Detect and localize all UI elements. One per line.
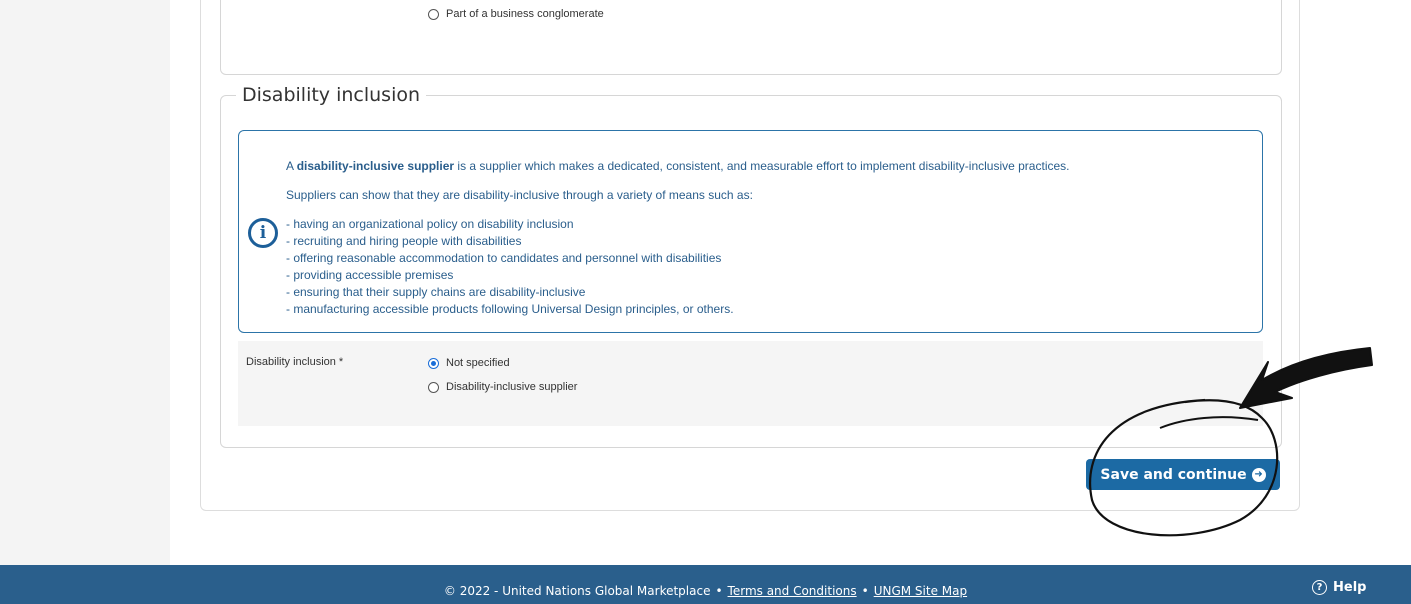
list-item: - recruiting and hiring people with disa… (286, 234, 522, 248)
help-label: Help (1333, 579, 1367, 595)
radio-button[interactable] (428, 381, 439, 393)
field-label: Disability inclusion * (246, 356, 344, 368)
footer-separator: • (861, 584, 869, 598)
question-circle-icon: ? (1312, 579, 1327, 595)
save-and-continue-button[interactable]: Save and continue ➜ (1086, 459, 1280, 490)
section-title: Disability inclusion (236, 84, 427, 106)
radio-label: Not specified (446, 357, 510, 369)
list-item: - manufacturing accessible products foll… (286, 302, 734, 316)
intro-suffix: is a supplier which makes a dedicated, c… (454, 159, 1070, 173)
sitemap-link[interactable]: UNGM Site Map (874, 584, 967, 598)
radio-disability-inclusive[interactable]: Disability-inclusive supplier (428, 381, 577, 393)
footer: © 2022 - United Nations Global Marketpla… (0, 565, 1411, 604)
disability-form-row: Disability inclusion * (238, 341, 1263, 426)
means-list: - having an organizational policy on dis… (286, 216, 1246, 318)
radio-button[interactable] (428, 8, 439, 20)
info-box: i A disability-inclusive supplier is a s… (238, 130, 1263, 333)
footer-copyright: © 2022 - United Nations Global Marketpla… (443, 584, 711, 598)
radio-conglomerate[interactable]: Part of a business conglomerate (428, 8, 604, 20)
intro-bold: disability-inclusive supplier (296, 159, 455, 173)
save-label: Save and continue (1100, 466, 1247, 483)
footer-separator: • (715, 584, 723, 598)
list-item: - offering reasonable accommodation to c… (286, 251, 722, 265)
intro-prefix: A (286, 159, 297, 173)
footer-text: © 2022 - United Nations Global Marketpla… (0, 584, 1411, 598)
left-rail (0, 0, 170, 565)
terms-link[interactable]: Terms and Conditions (728, 584, 857, 598)
arrow-circle-right-icon: ➜ (1251, 467, 1266, 482)
radio-label: Part of a business conglomerate (446, 8, 604, 20)
radio-button[interactable] (428, 357, 439, 369)
radio-label: Disability-inclusive supplier (446, 381, 578, 393)
list-item: - providing accessible premises (286, 268, 454, 282)
info-intro: A disability-inclusive supplier is a sup… (286, 158, 1246, 175)
list-item: - ensuring that their supply chains are … (286, 285, 586, 299)
list-item: - having an organizational policy on dis… (286, 217, 574, 231)
info-icon: i (248, 218, 278, 248)
help-button[interactable]: ? Help (1312, 577, 1366, 597)
radio-not-specified[interactable]: Not specified (428, 357, 510, 369)
previous-section (220, 0, 1282, 75)
info-means-intro: Suppliers can show that they are disabil… (286, 188, 753, 202)
info-text: A disability-inclusive supplier is a sup… (286, 158, 1246, 318)
